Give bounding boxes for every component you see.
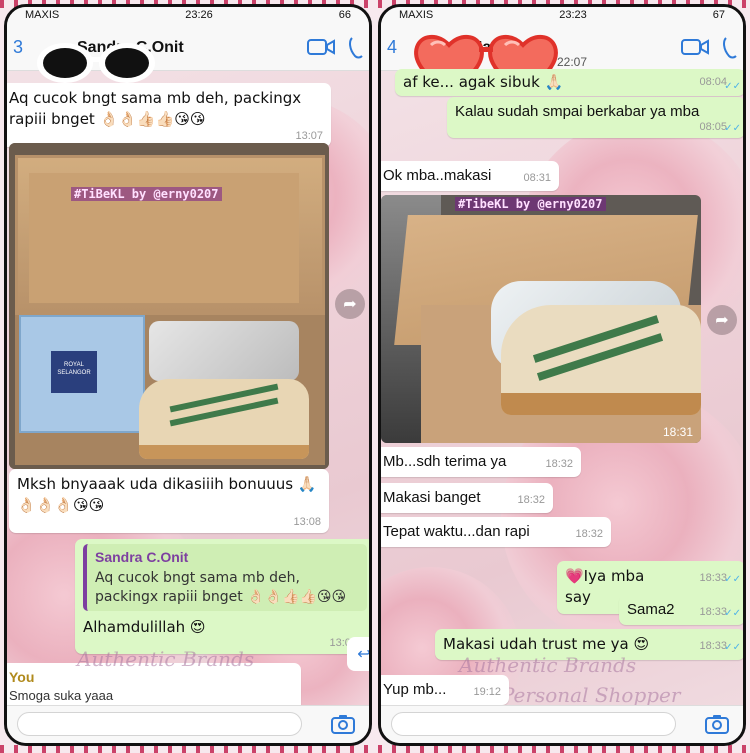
reply-icon[interactable]: ↩ (347, 637, 369, 671)
message-input-bar (381, 705, 743, 743)
message-bubble-incoming[interactable]: Mb...sdh terima ya 18:32 (381, 447, 581, 478)
message-time: 18:33 (699, 640, 727, 652)
message-time: 13:08 (293, 515, 321, 528)
quoted-message[interactable]: Sandra C.Onit Aq cucok bngt sama mb deh,… (83, 544, 367, 611)
message-text: Yup mb... (383, 681, 447, 698)
back-button[interactable]: 3 (13, 37, 35, 58)
message-input[interactable] (17, 712, 302, 736)
message-time: 18:33 (699, 606, 727, 618)
message-text: Tepat waktu...dan rapi (383, 523, 530, 540)
message-bubble-incoming[interactable]: Ok mba..makasi 08:31 (381, 161, 559, 192)
read-receipt-icon: ✓✓ (724, 608, 741, 619)
message-input-bar (7, 705, 369, 743)
message-time: 18:32 (517, 494, 545, 506)
left-chat-screenshot: MAXIS 23:26 66 3 Sandra C.Onit Aq cucok … (4, 4, 372, 746)
message-bubble-outgoing[interactable]: af ke... agak sibuk 🙏🏻 08:04 ✓✓ (395, 69, 743, 97)
message-input[interactable] (391, 712, 676, 736)
message-bubble-outgoing-reply[interactable]: Sandra C.Onit Aq cucok bngt sama mb deh,… (75, 539, 369, 654)
message-bubble-incoming[interactable]: Mksh bnyaaak uda dikasiiih bonuuus 🙏🏻 👌🏻… (9, 469, 329, 533)
message-bubble-incoming[interactable]: Tepat waktu...dan rapi 18:32 (381, 517, 611, 548)
message-time: 18:33 (699, 572, 727, 584)
right-chat-screenshot: MAXIS 23:23 67 4 Mario 22:07 af ke... ag… (378, 4, 746, 746)
read-receipt-icon: ✓✓ (724, 122, 741, 134)
message-time: 18:32 (545, 458, 573, 470)
photo-watermark: #TiBeKL by @erny0207 (71, 187, 222, 201)
battery-level: 67 (712, 9, 725, 21)
message-bubble-incoming[interactable]: Makasi banget 18:32 (381, 483, 553, 514)
message-time: 19:12 (473, 686, 501, 698)
sneaker (501, 305, 701, 415)
photo-message[interactable]: #TibeKL by @erny0207 18:31 (381, 195, 701, 443)
message-text: Makasi udah trust me ya 😍 (443, 635, 650, 653)
message-text: Sama2 (627, 601, 675, 618)
brand-watermark: Authentic Brands (459, 653, 637, 677)
message-text: af ke... agak sibuk 🙏🏻 (403, 73, 564, 91)
status-bar: MAXIS 23:23 67 (381, 7, 743, 25)
forward-icon[interactable]: ➦ (335, 289, 365, 319)
video-call-icon[interactable] (307, 37, 335, 59)
message-time: 08:04 (699, 76, 727, 88)
sneaker (139, 379, 309, 459)
message-bubble-outgoing[interactable]: Kalau sudah smpai berkabar ya mba 08:05 … (447, 97, 743, 139)
message-bubble-outgoing[interactable]: Sama2 18:33 ✓✓ (619, 595, 743, 626)
video-call-icon[interactable] (681, 37, 709, 59)
read-receipt-icon: ✓✓ (724, 574, 741, 585)
photo-watermark: #TibeKL by @erny0207 (455, 197, 606, 211)
read-receipt-icon: ✓✓ (724, 642, 741, 653)
forward-icon[interactable]: ➦ (707, 305, 737, 335)
phone-call-icon[interactable] (723, 37, 737, 59)
message-text: Alhamdulillah 😍 (83, 617, 206, 636)
clock: 23:26 (185, 9, 213, 21)
decorative-bottom-border (0, 745, 750, 753)
message-text: Mb...sdh terima ya (383, 453, 507, 470)
plastic-wrap (149, 321, 299, 381)
message-text: Mksh bnyaaak uda dikasiiih bonuuus 🙏🏻 👌🏻… (17, 475, 317, 515)
photo-message[interactable]: ROYAL SELANGOR #TiBeKL by @erny0207 (9, 143, 329, 469)
camera-icon[interactable] (331, 714, 355, 739)
back-button[interactable]: 4 (387, 37, 409, 58)
message-time: 13:07 (295, 129, 323, 142)
message-time: 18:32 (575, 528, 603, 540)
camera-icon[interactable] (705, 714, 729, 739)
phone-call-icon[interactable] (349, 37, 363, 59)
message-time: 18:31 (662, 425, 693, 439)
quoted-text: Aq cucok bngt sama mb deh, packingx rapi… (95, 569, 347, 605)
message-text: Aq cucok bngt sama mb deh, packingx rapi… (9, 89, 302, 129)
battery-level: 66 (338, 9, 351, 21)
message-text: Ok mba..makasi (383, 167, 492, 184)
brand-watermark-secondary: Personal Shopper (501, 683, 681, 707)
message-time: 08:31 (523, 172, 551, 184)
gift-box: ROYAL SELANGOR (19, 315, 145, 433)
message-text: Smoga suka yaaa (9, 687, 114, 703)
message-time: 08:05 (699, 121, 727, 134)
brand-watermark: Authentic Brands (77, 647, 255, 671)
status-bar: MAXIS 23:26 66 (7, 7, 369, 25)
carrier-label: MAXIS (25, 9, 60, 21)
quoted-sender: Sandra C.Onit (95, 549, 189, 565)
read-receipt-icon: ✓✓ (724, 80, 741, 92)
message-bubble-incoming[interactable]: Yup mb... 19:12 (381, 675, 509, 706)
clock: 23:23 (559, 9, 587, 21)
message-text: Kalau sudah smpai berkabar ya mba (455, 103, 700, 120)
last-seen: 22:07 (557, 55, 588, 69)
message-text: Makasi banget (383, 489, 481, 506)
carrier-label: MAXIS (399, 9, 434, 21)
message-bubble-incoming[interactable]: Aq cucok bngt sama mb deh, packingx rapi… (7, 83, 331, 147)
brand-box-label: ROYAL SELANGOR (51, 351, 97, 393)
